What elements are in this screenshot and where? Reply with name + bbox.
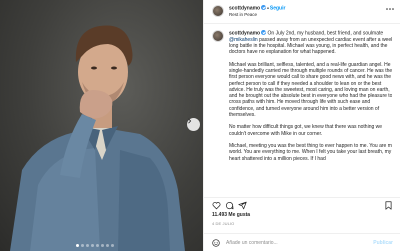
post-date[interactable]: 4 DE JULIO: [212, 221, 234, 226]
likes-count[interactable]: 11.493 Me gusta: [212, 212, 250, 218]
post-header: scottdynamo •Seguir Rest in Peace: [204, 0, 400, 24]
separator-dot: •: [267, 5, 269, 12]
caption-paragraph-4: Michael, meeting you was the best thing …: [229, 142, 392, 162]
verified-badge-icon: [261, 30, 267, 35]
carousel-dot: [106, 244, 109, 247]
follow-button[interactable]: Seguir: [270, 6, 286, 12]
comment-input[interactable]: [226, 237, 366, 248]
action-bar: [204, 197, 400, 213]
caption-block: scottdynamo On July 2nd, my husband, bes…: [212, 30, 392, 190]
smiley-icon[interactable]: [212, 239, 220, 247]
location-label[interactable]: Rest in Peace: [229, 12, 257, 17]
caption-paragraph-2: Michael was brilliant, selfless, talente…: [229, 61, 392, 119]
mention-link[interactable]: @mikaheslin: [229, 37, 258, 43]
chevron-right-icon: [188, 118, 192, 124]
verified-badge-icon: [261, 5, 267, 10]
post-details-panel: scottdynamo •Seguir Rest in Peace scottdy…: [203, 0, 400, 251]
paper-plane-icon[interactable]: [238, 201, 247, 210]
comment-icon[interactable]: [225, 201, 234, 210]
carousel-dot: [101, 244, 104, 247]
carousel-dot: [91, 244, 94, 247]
caption-text: scottdynamo On July 2nd, my husband, bes…: [229, 30, 392, 168]
caption-paragraph-1: scottdynamo On July 2nd, my husband, bes…: [229, 30, 392, 56]
username-link[interactable]: scottdynamo: [229, 6, 260, 12]
comment-bar: Publicar: [204, 233, 400, 251]
carousel-dots: [76, 244, 114, 247]
carousel-dot: [86, 244, 89, 247]
heart-icon[interactable]: [212, 201, 221, 210]
caption-avatar[interactable]: [212, 30, 224, 42]
caption-text-part: On July 2nd, my husband, best friend, an…: [267, 30, 384, 37]
publish-button[interactable]: Publicar: [373, 240, 393, 246]
caption-username[interactable]: scottdynamo: [229, 31, 260, 37]
header-username-row: scottdynamo •Seguir: [229, 5, 285, 12]
post-photo[interactable]: [0, 0, 203, 251]
portrait-illustration: [10, 25, 185, 251]
carousel-dot: [81, 244, 84, 247]
bookmark-icon[interactable]: [384, 201, 393, 210]
carousel-dot: [111, 244, 114, 247]
carousel-next-button[interactable]: [187, 118, 200, 131]
avatar[interactable]: [212, 5, 224, 17]
carousel-dot: [76, 244, 79, 247]
carousel-dot: [96, 244, 99, 247]
caption-paragraph-3: No matter how difficult things got, we k…: [229, 124, 383, 137]
more-horizontal-icon[interactable]: [385, 6, 395, 12]
